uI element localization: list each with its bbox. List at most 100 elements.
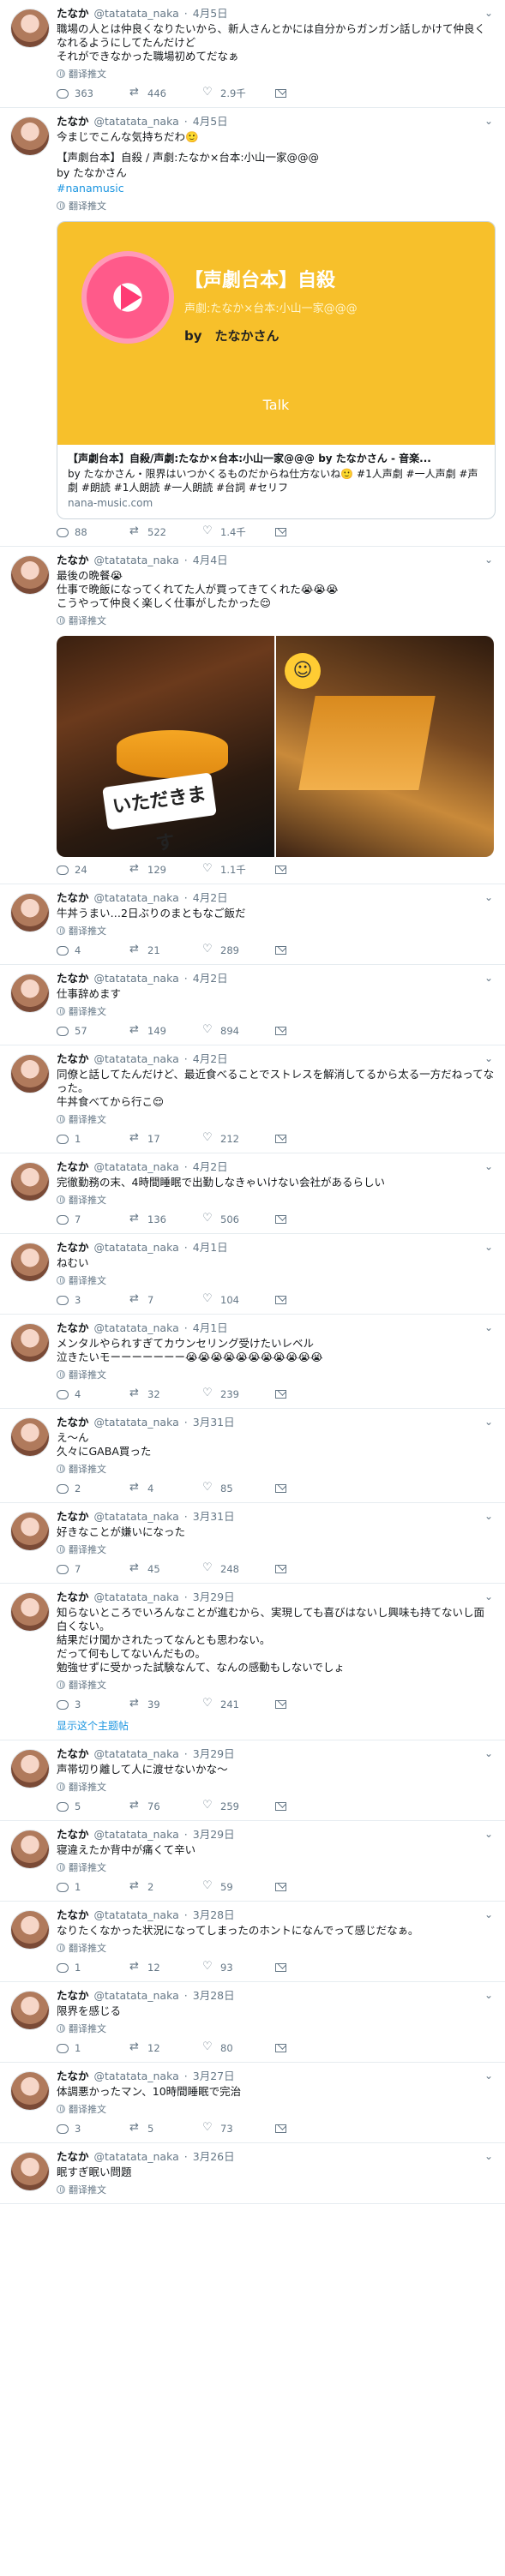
heart-button[interactable]: 1.1千 <box>202 862 275 877</box>
envelope-button[interactable] <box>275 1027 348 1035</box>
user-handle[interactable]: @tatatata_naka <box>94 1510 179 1524</box>
envelope-button[interactable] <box>275 1565 348 1573</box>
reply-button[interactable]: 7 <box>57 1563 129 1575</box>
chevron-down-icon[interactable]: ⌄ <box>484 1908 493 1920</box>
user-handle[interactable]: @tatatata_naka <box>94 891 179 905</box>
tweet[interactable]: ⌄ たなか @tatatata_naka · 3月27日 体調悪かったマン、10時間睡眠で… <box>0 2063 505 2143</box>
avatar[interactable] <box>10 1054 50 1093</box>
translate-link[interactable]: 翻译推文 <box>57 1193 495 1207</box>
retweet-button[interactable]: 149 <box>129 1023 202 1037</box>
retweet-button[interactable]: 12 <box>129 2040 202 2054</box>
heart-button[interactable]: 289 <box>202 943 275 956</box>
display-name[interactable]: たなか <box>57 1321 89 1335</box>
photo-left[interactable]: いただきます <box>57 636 274 857</box>
chevron-down-icon[interactable]: ⌄ <box>484 1989 493 2001</box>
display-name[interactable]: たなか <box>57 7 89 21</box>
translate-link[interactable]: 翻译推文 <box>57 1543 495 1556</box>
heart-button[interactable]: 248 <box>202 1561 275 1575</box>
envelope-button[interactable] <box>275 866 348 874</box>
display-name[interactable]: たなか <box>57 1747 89 1761</box>
envelope-button[interactable] <box>275 528 348 536</box>
heart-button[interactable]: 73 <box>202 2121 275 2135</box>
retweet-button[interactable]: 7 <box>129 1292 202 1306</box>
translate-link[interactable]: 翻译推文 <box>57 1462 495 1476</box>
tweet[interactable]: ⌄ たなか @tatatata_naka · 4月2日 同僚と話してたんだけど、最近食べる… <box>0 1045 505 1153</box>
chevron-down-icon[interactable]: ⌄ <box>484 1510 493 1522</box>
timestamp[interactable]: 3月28日 <box>193 1908 235 1922</box>
tweet[interactable]: ⌄ たなか @tatatata_naka · 3月28日限界を感じる翻译推文 1 12 80 <box>0 1982 505 2063</box>
heart-button[interactable]: 85 <box>202 1481 275 1495</box>
display-name[interactable]: たなか <box>57 2150 89 2164</box>
chevron-down-icon[interactable]: ⌄ <box>484 1828 493 1840</box>
tweet[interactable]: ⌄ たなか @tatatata_naka · 4月2日仕事辞めます翻译推文 57 149 89… <box>0 965 505 1045</box>
retweet-button[interactable]: 12 <box>129 1960 202 1974</box>
chevron-down-icon[interactable]: ⌄ <box>484 891 493 903</box>
chevron-down-icon[interactable]: ⌄ <box>484 1321 493 1333</box>
translate-link[interactable]: 翻译推文 <box>57 924 495 938</box>
chevron-down-icon[interactable]: ⌄ <box>484 1160 493 1172</box>
heart-button[interactable]: 104 <box>202 1292 275 1306</box>
reply-button[interactable]: 3 <box>57 2123 129 2135</box>
translate-link[interactable]: 翻译推文 <box>57 1860 495 1874</box>
retweet-button[interactable]: 45 <box>129 1561 202 1575</box>
envelope-button[interactable] <box>275 2044 348 2052</box>
reply-button[interactable]: 1 <box>57 2042 129 2054</box>
timestamp[interactable]: 4月2日 <box>193 1052 228 1066</box>
heart-button[interactable]: 506 <box>202 1212 275 1225</box>
envelope-button[interactable] <box>275 1135 348 1143</box>
envelope-button[interactable] <box>275 1700 348 1709</box>
tweet[interactable]: ⌄ たなか @tatatata_naka · 4月5日 職場の人とは仲良くなりたいから、新… <box>0 0 505 108</box>
chevron-down-icon[interactable]: ⌄ <box>484 1416 493 1428</box>
display-name[interactable]: たなか <box>57 1160 89 1174</box>
user-handle[interactable]: @tatatata_naka <box>94 1591 179 1604</box>
heart-button[interactable]: 59 <box>202 1879 275 1893</box>
display-name[interactable]: たなか <box>57 1416 89 1429</box>
reply-button[interactable]: 7 <box>57 1213 129 1225</box>
display-name[interactable]: たなか <box>57 554 89 567</box>
retweet-button[interactable]: 522 <box>129 524 202 538</box>
chevron-down-icon[interactable]: ⌄ <box>484 7 493 19</box>
tweet[interactable]: ⌄ たなか @tatatata_naka · 3月31日 え〜ん 久々にGABA買った 翻译… <box>0 1409 505 1503</box>
chevron-down-icon[interactable]: ⌄ <box>484 1241 493 1253</box>
avatar[interactable] <box>10 1749 50 1788</box>
avatar[interactable] <box>10 973 50 1013</box>
user-handle[interactable]: @tatatata_naka <box>94 1747 179 1761</box>
reply-button[interactable]: 4 <box>57 1388 129 1400</box>
retweet-button[interactable]: 76 <box>129 1799 202 1812</box>
user-handle[interactable]: @tatatata_naka <box>94 1908 179 1922</box>
avatar[interactable] <box>10 1512 50 1551</box>
retweet-button[interactable]: 4 <box>129 1481 202 1495</box>
display-name[interactable]: たなか <box>57 1591 89 1604</box>
heart-button[interactable]: 80 <box>202 2040 275 2054</box>
photo-right[interactable]: ☺ <box>276 636 494 857</box>
timestamp[interactable]: 4月2日 <box>193 1160 228 1174</box>
envelope-button[interactable] <box>275 1390 348 1399</box>
avatar[interactable] <box>10 1162 50 1201</box>
retweet-button[interactable]: 446 <box>129 86 202 99</box>
avatar[interactable] <box>10 893 50 932</box>
envelope-button[interactable] <box>275 1802 348 1811</box>
chevron-down-icon[interactable]: ⌄ <box>484 972 493 984</box>
avatar[interactable] <box>10 1323 50 1363</box>
chevron-down-icon[interactable]: ⌄ <box>484 1052 493 1064</box>
translate-link[interactable]: 翻译推文 <box>57 1678 495 1692</box>
reply-button[interactable]: 24 <box>57 864 129 876</box>
avatar[interactable] <box>10 1910 50 1950</box>
user-handle[interactable]: @tatatata_naka <box>94 1321 179 1335</box>
timestamp[interactable]: 3月27日 <box>193 2070 235 2083</box>
tweet[interactable]: ⌄ たなか @tatatata_naka · 3月28日 なりたくなかった状況になってしま… <box>0 1902 505 1982</box>
chevron-down-icon[interactable]: ⌄ <box>484 115 493 127</box>
avatar[interactable] <box>10 1417 50 1457</box>
translate-link[interactable]: 翻译推文 <box>57 614 495 627</box>
avatar[interactable] <box>10 1592 50 1632</box>
user-handle[interactable]: @tatatata_naka <box>94 1828 179 1842</box>
tweet[interactable]: ⌄ たなか @tatatata_naka · 3月26日 眠すぎ眠い問題 翻译推文 <box>0 2143 505 2204</box>
user-handle[interactable]: @tatatata_naka <box>94 1241 179 1255</box>
user-handle[interactable]: @tatatata_naka <box>94 115 179 129</box>
envelope-button[interactable] <box>275 1296 348 1304</box>
timestamp[interactable]: 3月29日 <box>193 1828 235 1842</box>
avatar[interactable] <box>10 1830 50 1869</box>
link-card[interactable]: 【声劇台本】自殺 声劇:たなか×台本:小山一家@@@ by たなかさん Talk 【声劇… <box>57 221 496 519</box>
user-handle[interactable]: @tatatata_naka <box>94 554 179 567</box>
heart-button[interactable]: 1.4千 <box>202 524 275 539</box>
